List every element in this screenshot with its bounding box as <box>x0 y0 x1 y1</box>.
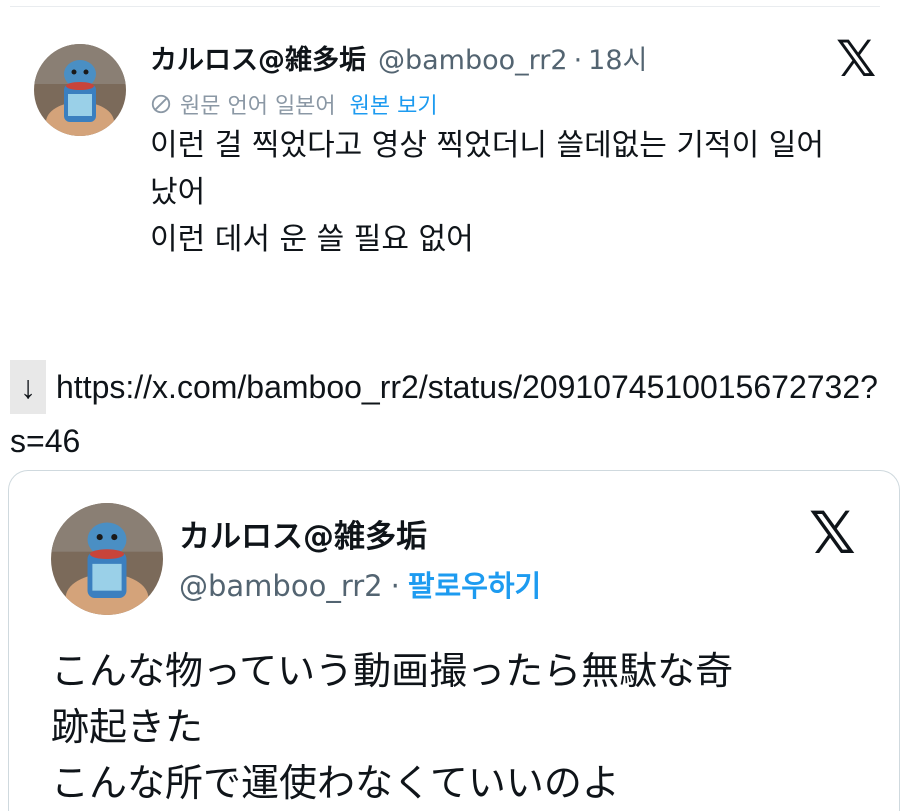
embed-handle-line: @bamboo_rr2 · 팔로우하기 <box>179 563 541 605</box>
avatar[interactable] <box>34 44 126 136</box>
embed-author-name[interactable]: カルロス@雑多垢 <box>179 511 427 556</box>
avatar[interactable] <box>51 503 163 615</box>
down-arrow-icon: ↓ <box>10 360 46 414</box>
x-logo-icon[interactable]: 𝕏 <box>809 499 856 567</box>
tweet: カルロス@雑多垢 @bamboo_rr2 · 18시 𝕏 원문 언어 일본어 원… <box>0 0 900 340</box>
tweet-header: カルロス@雑多垢 @bamboo_rr2 · 18시 <box>150 38 647 77</box>
author-name[interactable]: カルロス@雑多垢 <box>150 38 366 77</box>
embed-text-line: こんな物っていう動画撮ったら無駄な奇 <box>51 649 734 693</box>
follow-button[interactable]: 팔로우하기 <box>408 563 541 605</box>
separator-dot: · <box>390 569 400 603</box>
separator-dot: · <box>573 45 583 76</box>
x-logo-icon[interactable]: 𝕏 <box>836 30 876 88</box>
embed-text-line: こんな所で運使わなくていいのよ <box>51 761 620 805</box>
translation-bar: 원문 언어 일본어 원본 보기 <box>150 88 438 120</box>
embedded-tweet-card[interactable]: カルロス@雑多垢 @bamboo_rr2 · 팔로우하기 𝕏 こんな物っていう動… <box>8 470 900 811</box>
author-handle[interactable]: @bamboo_rr2 <box>378 45 568 76</box>
show-original-link[interactable]: 원본 보기 <box>350 88 438 120</box>
translation-note: 원문 언어 일본어 <box>180 94 336 119</box>
timestamp[interactable]: 18시 <box>588 38 647 77</box>
embed-tweet-text: こんな物っていう動画撮ったら無駄な奇 跡起きた こんな所で運使わなくていいのよ <box>51 643 891 811</box>
tweet-text: 이런 걸 찍었다고 영상 찍었더니 쓸데없는 기적이 일어 났어 이런 데서 운… <box>150 122 870 263</box>
link-line: ↓ https://x.com/bamboo_rr2/status/2091074… <box>10 360 890 468</box>
status-link[interactable]: https://x.com/bamboo_rr2/status/20910745… <box>10 369 878 459</box>
embed-author-handle[interactable]: @bamboo_rr2 <box>179 569 383 603</box>
embed-text-line: 跡起きた <box>51 705 204 749</box>
tweet-text-line: 났어 <box>150 175 206 210</box>
tweet-text-line: 이런 걸 찍었다고 영상 찍었더니 쓸데없는 기적이 일어 <box>150 128 824 163</box>
figure-avatar-icon <box>34 44 126 136</box>
globe-icon <box>151 94 171 114</box>
figure-avatar-icon <box>51 503 163 615</box>
tweet-text-line: 이런 데서 운 쓸 필요 없어 <box>150 222 474 257</box>
